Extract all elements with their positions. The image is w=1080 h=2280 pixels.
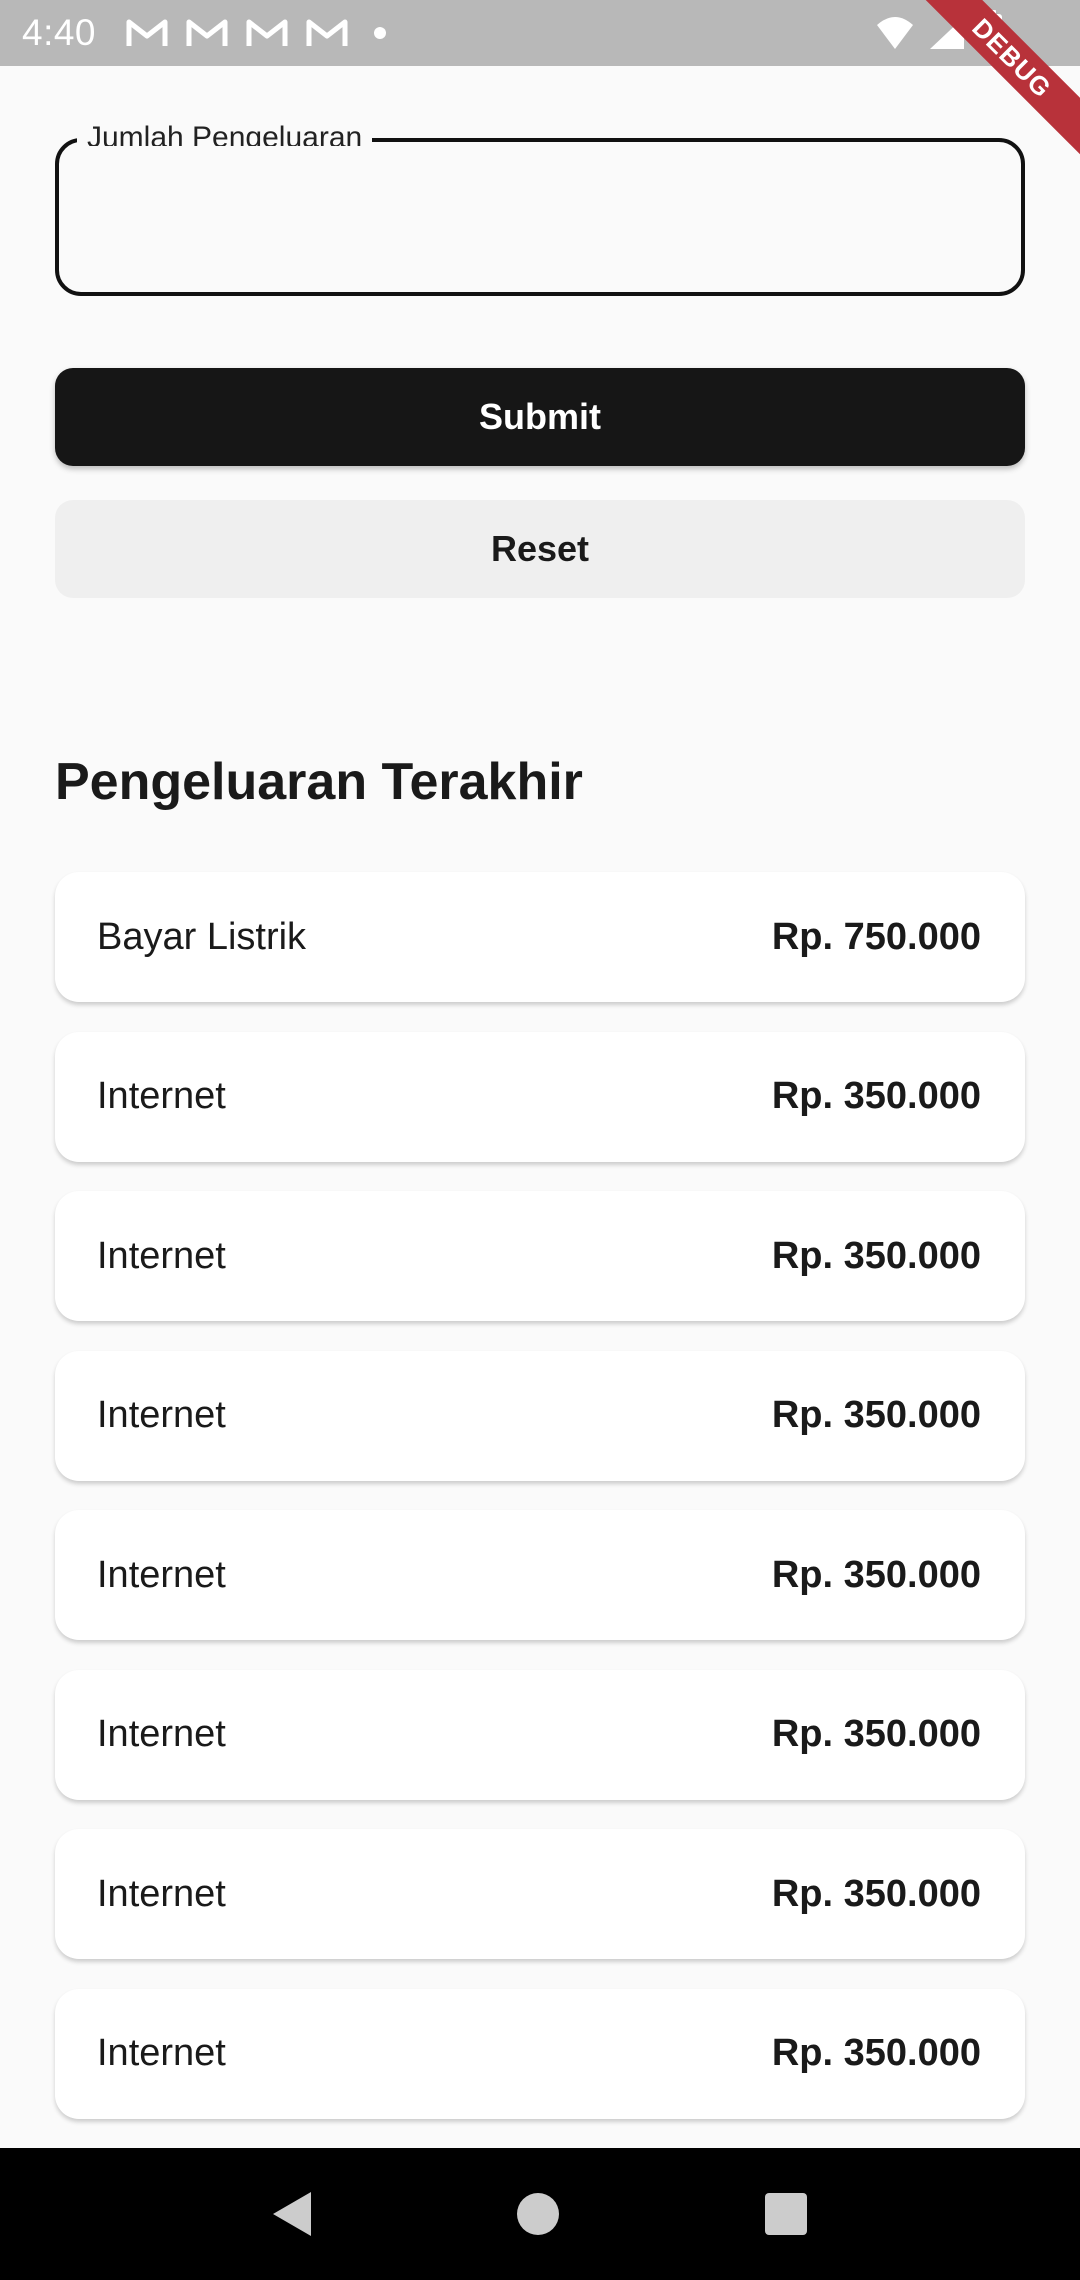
gmail-icon <box>126 19 168 46</box>
expense-item[interactable]: Internet Rp. 350.000 <box>55 1829 1025 1959</box>
status-time: 4:40 <box>22 12 97 53</box>
expense-item[interactable]: Bayar Listrik Rp. 750.000 <box>55 872 1025 1002</box>
back-icon[interactable] <box>273 2192 311 2236</box>
wifi-icon <box>877 17 913 49</box>
expense-item[interactable]: Internet Rp. 350.000 <box>55 1988 1025 2119</box>
navigation-bar <box>0 2148 1080 2280</box>
debug-banner: DEBUG <box>920 0 1080 160</box>
expense-item[interactable]: Internet Rp. 350.000 <box>55 1191 1025 1321</box>
expense-amount: Rp. 350.000 <box>771 2032 981 2074</box>
gmail-icon <box>306 19 348 46</box>
home-icon[interactable] <box>517 2193 559 2235</box>
expense-amount: Rp. 750.000 <box>771 915 981 958</box>
amount-field[interactable]: Jumlah Pengeluaran <box>55 118 1025 296</box>
expense-amount: Rp. 350.000 <box>771 1075 981 1117</box>
amount-input[interactable] <box>79 182 1001 252</box>
expense-item[interactable]: Internet Rp. 350.000 <box>55 1350 1025 1481</box>
expense-amount: Rp. 350.000 <box>771 1713 981 1755</box>
expense-item[interactable]: Internet Rp. 350.000 <box>55 1669 1025 1800</box>
expense-name: Internet <box>97 1872 226 1915</box>
amount-field-label: Jumlah Pengeluaran <box>77 118 373 146</box>
expense-name: Internet <box>97 1394 226 1436</box>
gmail-icon <box>246 19 288 46</box>
expense-name: Internet <box>97 1553 226 1596</box>
expense-name: Internet <box>97 2032 226 2074</box>
expense-name: Bayar Listrik <box>97 915 307 958</box>
dot-icon <box>374 27 387 39</box>
expense-item[interactable]: Internet Rp. 350.000 <box>55 1510 1025 1640</box>
expense-name: Internet <box>97 1234 226 1277</box>
expense-name: Internet <box>97 1713 226 1755</box>
status-bar: 4:40 <box>0 0 1080 66</box>
submit-button[interactable]: Submit <box>55 368 1025 466</box>
expense-name: Internet <box>97 1075 226 1117</box>
expense-amount: Rp. 350.000 <box>771 1234 981 1277</box>
debug-ribbon-label: DEBUG <box>920 0 1080 157</box>
reset-button[interactable]: Reset <box>55 500 1025 598</box>
expense-amount: Rp. 350.000 <box>771 1394 981 1436</box>
gmail-icon <box>186 19 228 46</box>
expense-amount: Rp. 350.000 <box>771 1872 981 1915</box>
notification-icons <box>126 18 387 48</box>
expense-item[interactable]: Internet Rp. 350.000 <box>55 1031 1025 1162</box>
expense-list: Bayar Listrik Rp. 750.000 Internet Rp. 3… <box>55 872 1025 2148</box>
recents-icon[interactable] <box>765 2193 807 2235</box>
section-title: Pengeluaran Terakhir <box>55 753 583 811</box>
expense-amount: Rp. 350.000 <box>771 1553 981 1596</box>
